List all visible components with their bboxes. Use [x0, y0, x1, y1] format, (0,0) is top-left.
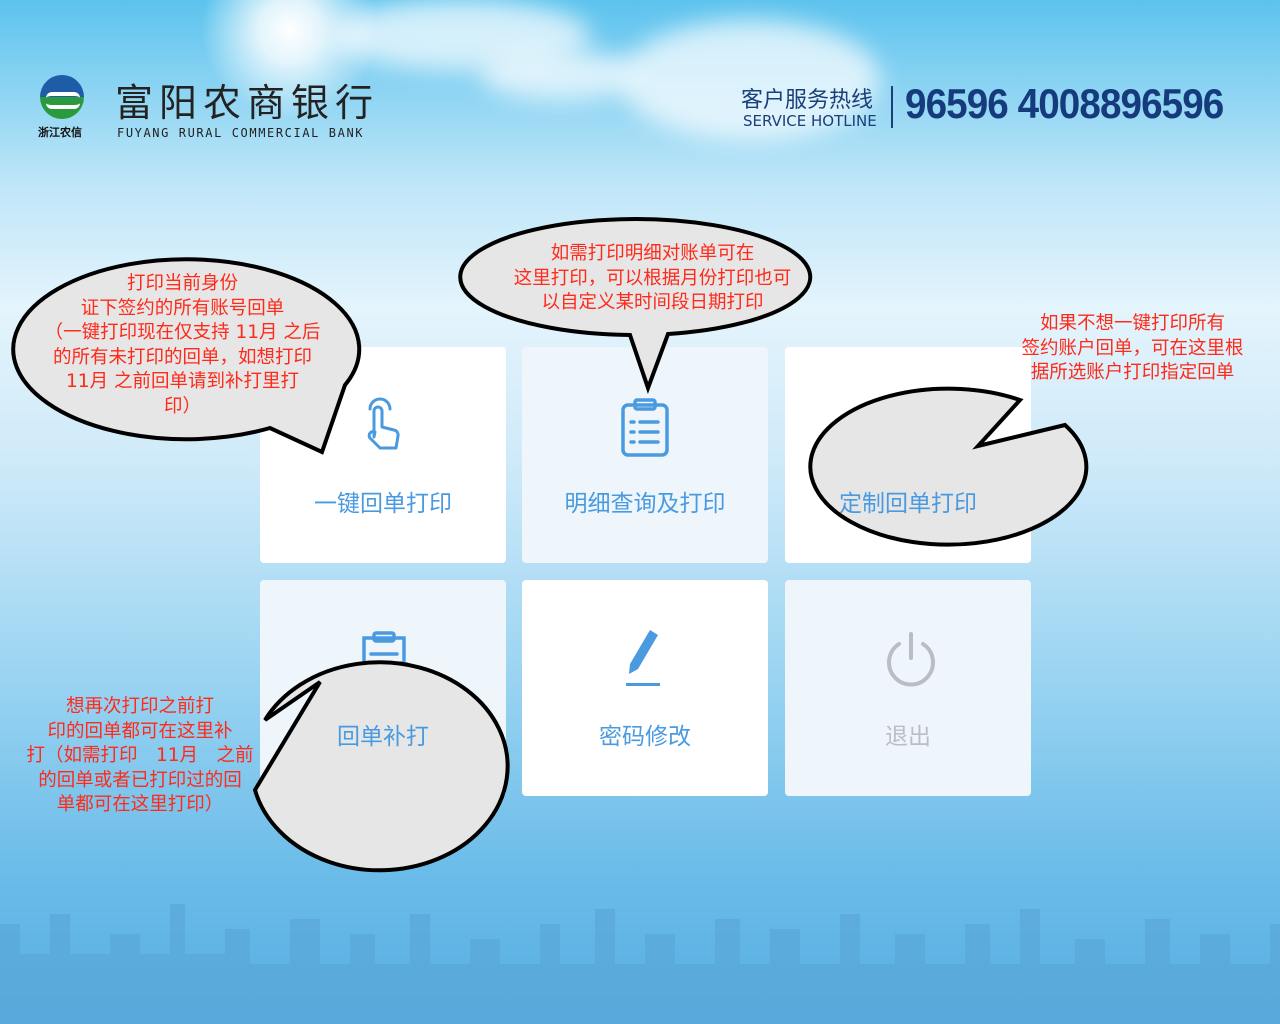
tip-detail: 如需打印明细对账单可在 这里打印，可以根据月份打印也可 以自定义某时间段日期打印	[513, 243, 792, 313]
tip-reprint: 想再次打印之前打 印的回单都可在这里补 打（如需打印 11月 之前 的回单或者已打印过…	[26, 696, 254, 815]
detail-query-print-button[interactable]: 明细查询及打印	[522, 347, 768, 563]
change-password-button[interactable]: 密码修改	[522, 580, 768, 796]
card-label: 一键回单打印	[314, 491, 452, 517]
city-skyline	[0, 904, 1280, 1024]
hotline-label-en: SERVICE HOTLINE	[743, 112, 877, 130]
pen-icon	[626, 630, 660, 686]
card-label: 密码修改	[599, 724, 691, 750]
card-label: 明细查询及打印	[564, 491, 726, 517]
clipboard-list-icon	[621, 398, 669, 457]
logo: 浙江农信	[38, 75, 84, 140]
hotline-numbers: 96596 4008896596	[905, 80, 1224, 127]
power-icon	[887, 632, 935, 687]
reprint-icon	[362, 631, 415, 688]
tip-one-click: 打印当前身份 证下签约的所有账号回单 （一键打印现在仅支持 11月 之后 的所有未打印…	[44, 273, 321, 417]
hotline-label-cn: 客户服务热线	[741, 88, 874, 113]
bank-name-cn: 富阳农商银行	[115, 81, 380, 125]
logo-subtitle: 浙江农信	[38, 126, 82, 139]
tip-custom: 如果不想一键打印所有 签约账户回单，可在这里根 据所选账户打印指定回单	[1021, 313, 1244, 383]
bank-name-en: FUYANG RURAL COMMERCIAL BANK	[117, 126, 365, 140]
custom-receipt-print-button[interactable]: 定制回单打印	[785, 347, 1031, 563]
hand-pointer-icon	[367, 397, 400, 450]
card-label: 回单补打	[337, 724, 429, 750]
card-label: 退出	[885, 724, 931, 750]
card-label: 定制回单打印	[839, 491, 977, 517]
bank-logo-icon	[40, 75, 84, 119]
hotline-divider	[891, 86, 893, 128]
edit-form-icon	[885, 404, 943, 456]
cloud-decoration	[480, 50, 640, 100]
exit-button[interactable]: 退出	[785, 580, 1031, 796]
reprint-receipt-button[interactable]: 回单补打	[260, 580, 506, 796]
